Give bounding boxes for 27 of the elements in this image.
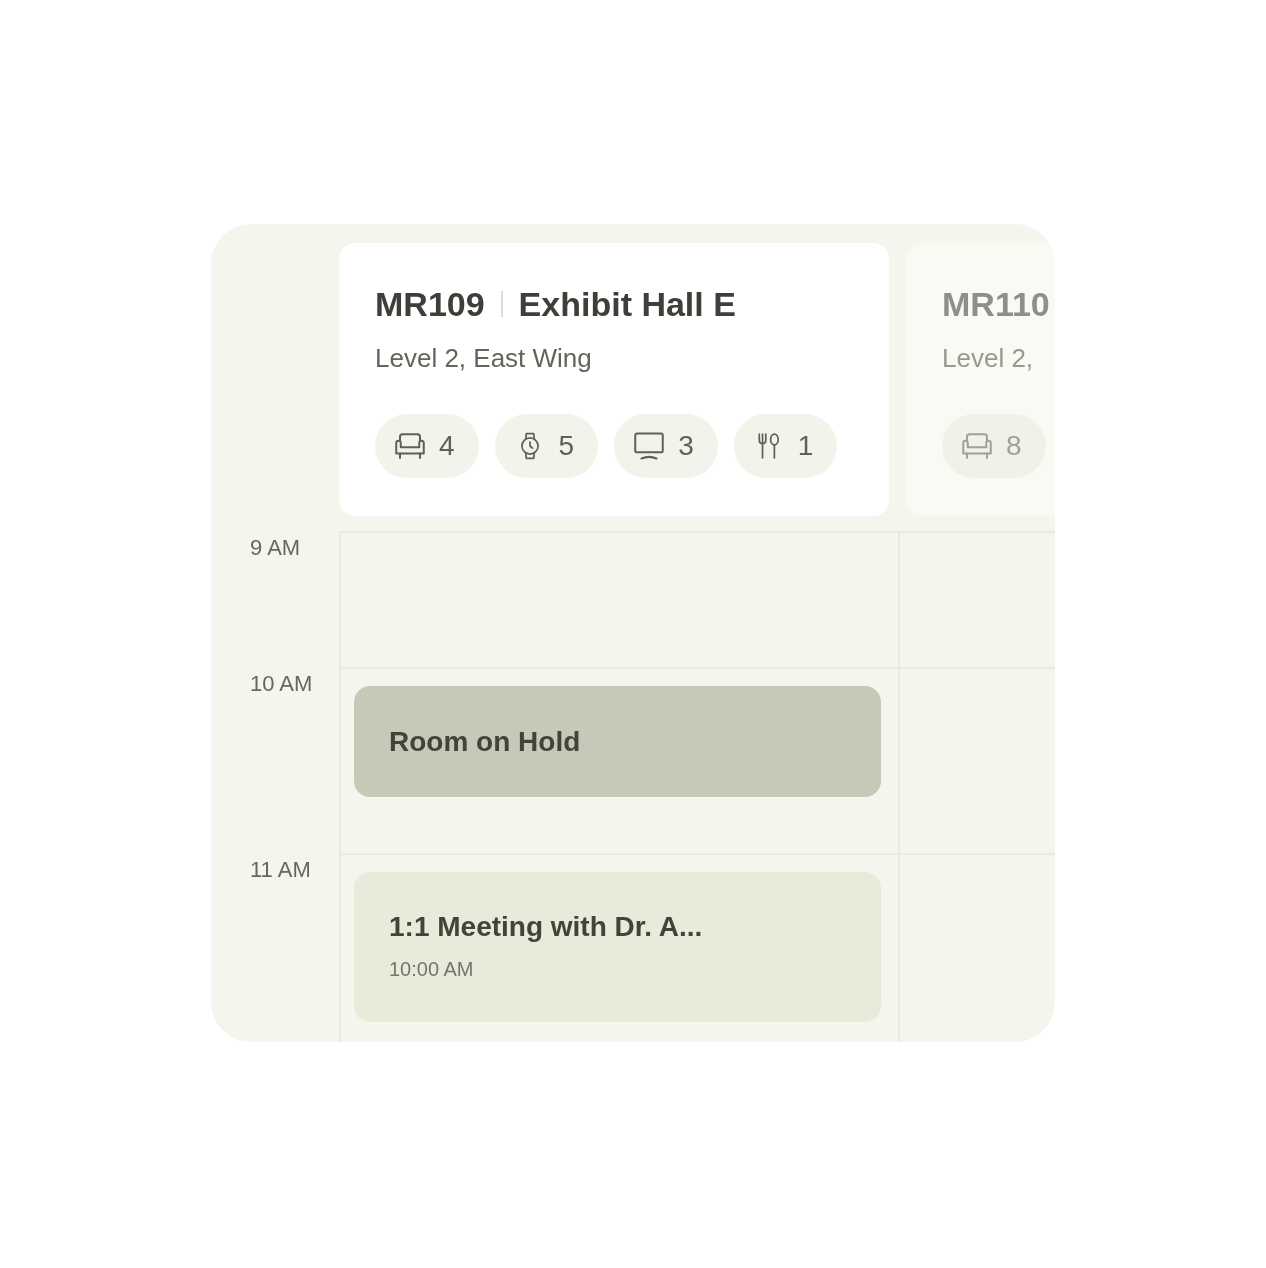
amenity-count: 5 — [558, 430, 575, 462]
time-label: 10 AM — [250, 671, 313, 696]
sofa-icon — [395, 432, 425, 460]
monitor-icon — [634, 432, 665, 460]
time-slot[interactable]: Room on Hold — [339, 667, 898, 853]
room-card[interactable]: MR109 Exhibit Hall E Level 2, East Wing 4 5 3 1 — [339, 243, 889, 516]
time-slot[interactable] — [898, 531, 1055, 667]
room-code: MR110 — [942, 284, 1050, 325]
room-name: Exhibit Hall E — [518, 284, 736, 325]
time-label: 11 AM — [250, 857, 311, 882]
time-slot[interactable] — [898, 853, 1055, 1042]
event-title: Room on Hold — [389, 724, 581, 759]
room-code: MR109 — [375, 284, 485, 325]
time-slot[interactable]: 1:1 Meeting with Dr. A... 10:00 AM — [339, 853, 898, 1042]
time-label: 9 AM — [250, 535, 301, 560]
event-card[interactable]: Room on Hold — [354, 686, 881, 797]
time-slot[interactable] — [898, 667, 1055, 853]
amenity-count: 1 — [797, 430, 814, 462]
room-location: Level 2, — [942, 342, 1034, 374]
room-location: Level 2, East Wing — [375, 342, 592, 374]
event-card[interactable]: 1:1 Meeting with Dr. A... 10:00 AM — [354, 872, 881, 1022]
amenity-count: 8 — [1006, 430, 1022, 462]
amenity-count: 3 — [678, 430, 694, 462]
sofa-icon — [962, 432, 992, 460]
event-title: 1:1 Meeting with Dr. A... — [389, 910, 703, 944]
event-time: 10:00 AM — [389, 957, 474, 982]
amenity-count: 4 — [439, 430, 455, 462]
